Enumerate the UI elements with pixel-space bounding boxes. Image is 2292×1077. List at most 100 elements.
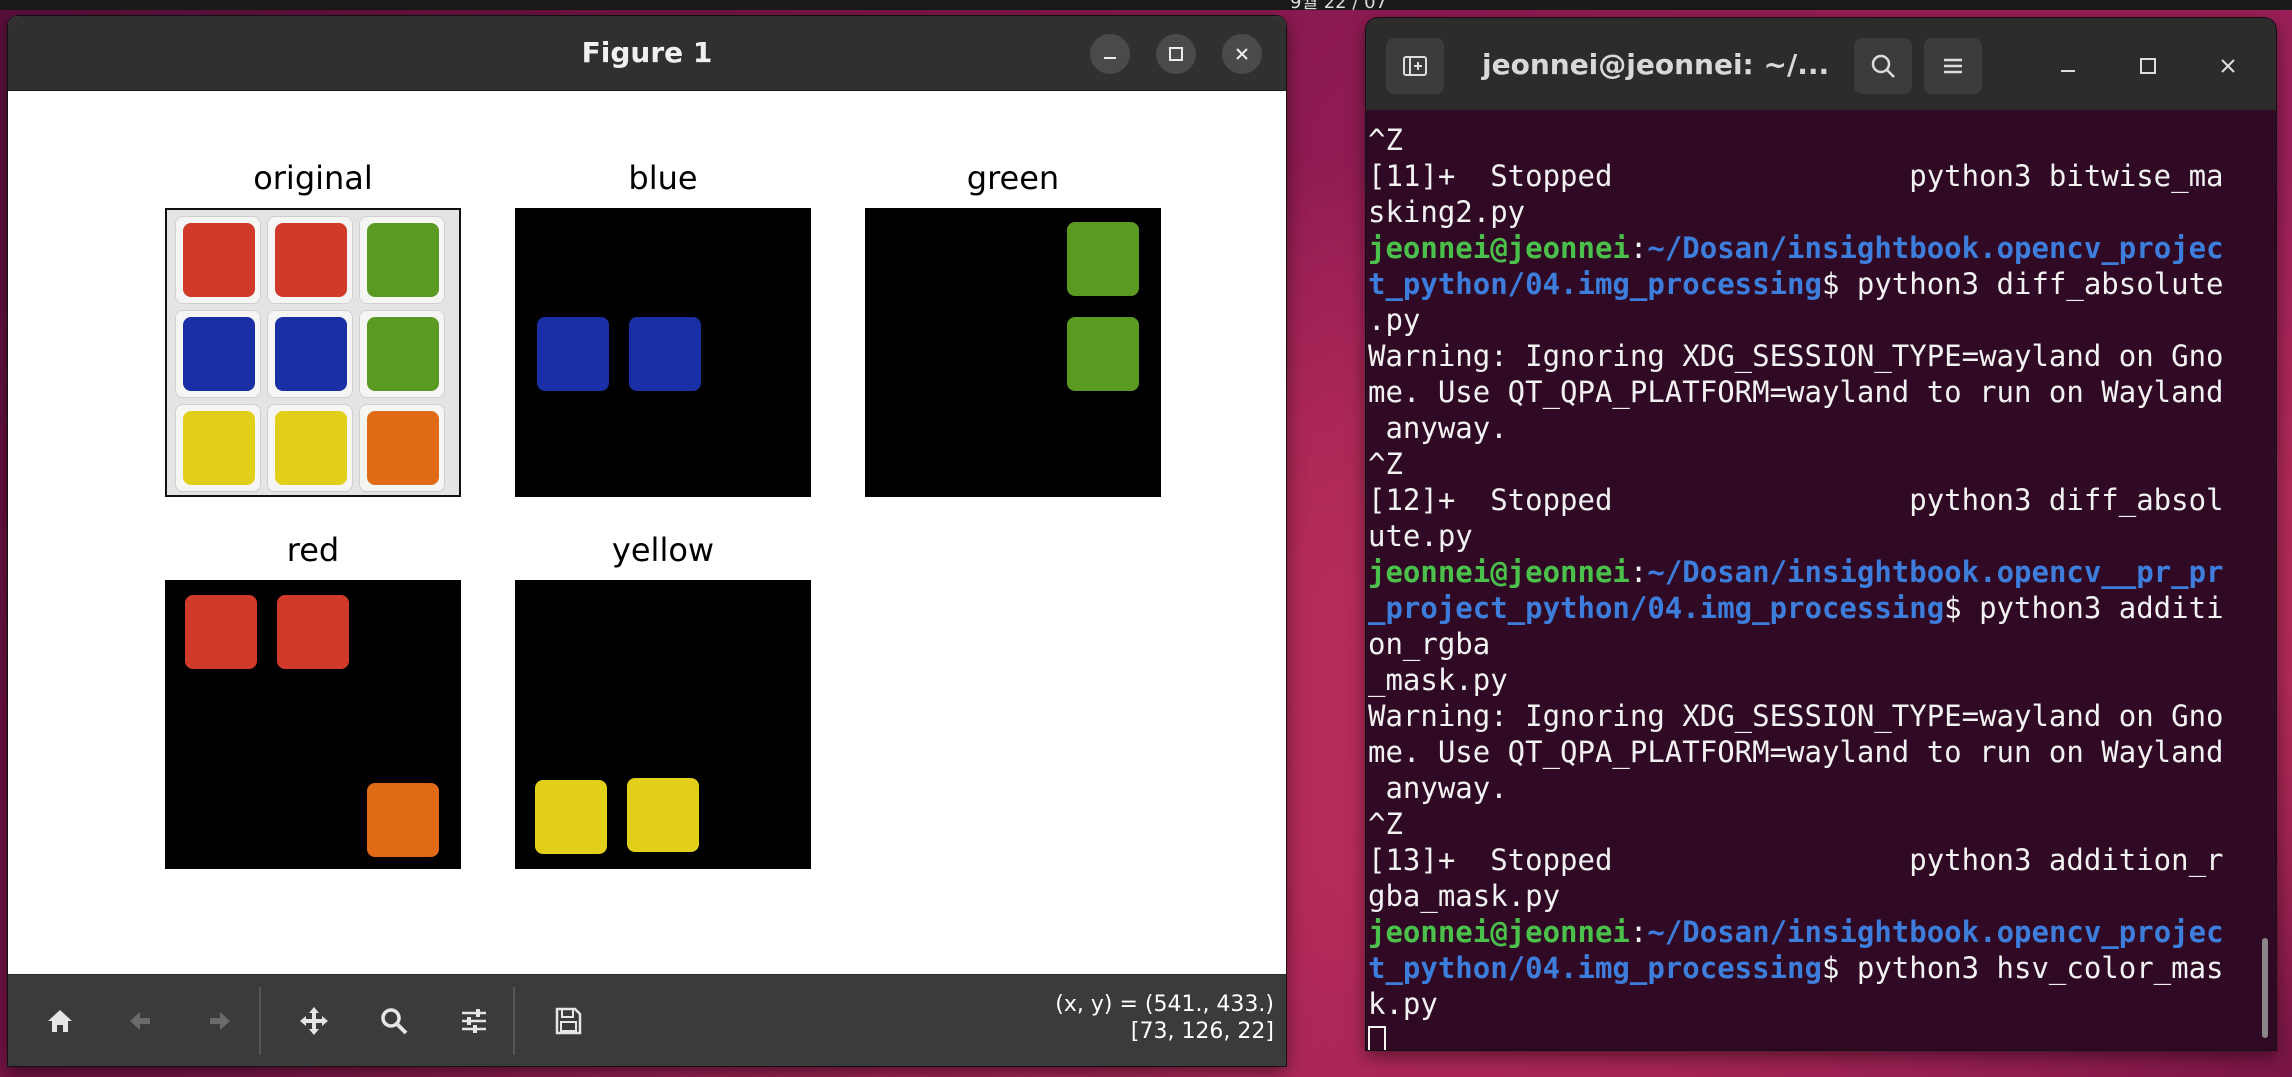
image-blue-mask: [515, 208, 811, 497]
terminal-scrollbar[interactable]: [2262, 938, 2268, 1038]
minimize-icon: [1104, 57, 1116, 59]
back-button[interactable]: [116, 997, 164, 1045]
prompt-separator: :: [1629, 555, 1648, 589]
terminal-line: me. Use QT_QPA_PLATFORM=wayland to run o…: [1368, 374, 2262, 410]
output-text: [13]+ Stopped python3 addition_r: [1368, 843, 2224, 877]
command-text: $ python3 additi: [1944, 591, 2224, 625]
terminal-line: jeonnei@jeonnei:~/Dosan/insightbook.open…: [1368, 914, 2262, 950]
terminal-line: jeonnei@jeonnei:~/Dosan/insightbook.open…: [1368, 554, 2262, 590]
output-text: .py: [1368, 303, 1421, 337]
toolbar-separator: [513, 987, 515, 1055]
prompt-user: jeonnei@jeonnei: [1368, 231, 1630, 265]
terminal-output[interactable]: ^Z [11]+ Stopped python3 bitwise_ma sking2…: [1368, 112, 2262, 1050]
new-tab-button[interactable]: [1386, 38, 1444, 94]
terminal-line: t_python/04.img_processing$ python3 diff…: [1368, 266, 2262, 302]
menu-button[interactable]: [1924, 38, 1982, 94]
terminal-close-button[interactable]: [2210, 48, 2246, 84]
terminal-titlebar[interactable]: jeonnei@jeonnei: ~/...: [1366, 18, 2276, 110]
forward-icon: [210, 1012, 230, 1030]
prompt-separator: :: [1629, 231, 1648, 265]
maximize-icon: [2140, 58, 2156, 74]
terminal-line: .py: [1368, 302, 2262, 338]
save-button[interactable]: [544, 997, 592, 1045]
minimize-icon: [2061, 70, 2075, 72]
terminal-line: jeonnei@jeonnei:~/Dosan/insightbook.open…: [1368, 230, 2262, 266]
maximize-icon: [1169, 47, 1183, 61]
prompt-user: jeonnei@jeonnei: [1368, 555, 1630, 589]
output-text: on_rgba: [1368, 627, 1491, 661]
output-text: [12]+ Stopped python3 diff_absol: [1368, 483, 2224, 517]
image-green-mask: [865, 208, 1161, 497]
terminal-line: Warning: Ignoring XDG_SESSION_TYPE=wayla…: [1368, 338, 2262, 374]
figure-titlebar[interactable]: Figure 1: [8, 16, 1286, 91]
terminal-minimize-button[interactable]: [2050, 48, 2086, 84]
prompt-path: t_python/04.img_processing: [1368, 951, 1822, 985]
output-text: anyway.: [1368, 411, 1508, 445]
subplot-title-red: red: [286, 531, 340, 569]
clock[interactable]: 9월 22 / 07: [1290, 0, 1387, 14]
configure-icon: [462, 1009, 486, 1033]
output-text: k.py: [1368, 987, 1438, 1021]
figure-window: Figure 1 original blue green red yellow …: [8, 16, 1286, 1066]
terminal-line: on_rgba: [1368, 626, 2262, 662]
navigation-toolbar: (x, y) = (541., 433.) [73, 126, 22]: [8, 974, 1286, 1066]
hamburger-menu-icon: [1944, 58, 1962, 74]
zoom-button[interactable]: [370, 997, 418, 1045]
new-tab-icon: [1403, 56, 1427, 76]
prompt-path: _project_python/04.img_processing: [1368, 591, 1945, 625]
minimize-button[interactable]: [1090, 34, 1130, 74]
top-panel: 9월 22 / 07: [0, 0, 2292, 13]
terminal-line: anyway.: [1368, 410, 2262, 446]
terminal-line: ute.py: [1368, 518, 2262, 554]
configure-subplots-button[interactable]: [450, 997, 498, 1045]
subplot-title-yellow: yellow: [611, 531, 715, 569]
terminal-line: sking2.py: [1368, 194, 2262, 230]
image-yellow-mask: [515, 580, 811, 869]
output-text: ^Z: [1368, 447, 1403, 481]
close-icon: [2221, 59, 2235, 73]
prompt-user: jeonnei@jeonnei: [1368, 915, 1630, 949]
output-text: _mask.py: [1368, 663, 1508, 697]
prompt-path: ~/Dosan/insightbook.opencv_projec: [1647, 231, 2224, 265]
search-icon: [1871, 54, 1895, 78]
output-text: Warning: Ignoring XDG_SESSION_TYPE=wayla…: [1368, 339, 2224, 373]
cursor-readout: (x, y) = (541., 433.) [73, 126, 22]: [1055, 991, 1274, 1045]
terminal-line: anyway.: [1368, 770, 2262, 806]
output-text: gba_mask.py: [1368, 879, 1561, 913]
subplot-title-green: green: [966, 159, 1060, 197]
cursor-coords: (x, y) = (541., 433.): [1055, 992, 1274, 1017]
prompt-path: ~/Dosan/insightbook.opencv__pr_pr: [1647, 555, 2224, 589]
terminal-line: [12]+ Stopped python3 diff_absol: [1368, 482, 2262, 518]
terminal-line: gba_mask.py: [1368, 878, 2262, 914]
terminal-line: Warning: Ignoring XDG_SESSION_TYPE=wayla…: [1368, 698, 2262, 734]
close-icon: [1236, 48, 1248, 60]
prompt-path: t_python/04.img_processing: [1368, 267, 1822, 301]
search-button[interactable]: [1854, 38, 1912, 94]
terminal-line: _mask.py: [1368, 662, 2262, 698]
output-text: ^Z: [1368, 123, 1403, 157]
text-cursor: [1368, 1026, 1386, 1050]
pan-button[interactable]: [290, 997, 338, 1045]
home-button[interactable]: [36, 997, 84, 1045]
close-button[interactable]: [1222, 34, 1262, 74]
terminal-maximize-button[interactable]: [2130, 48, 2166, 84]
forward-button[interactable]: [196, 997, 244, 1045]
subplot-title-original: original: [253, 159, 373, 197]
terminal-input-line[interactable]: [1368, 1022, 2262, 1050]
terminal-line: [11]+ Stopped python3 bitwise_ma: [1368, 158, 2262, 194]
terminal-line: ^Z: [1368, 446, 2262, 482]
figure-canvas[interactable]: original blue green red yellow: [8, 91, 1286, 974]
terminal-title: jeonnei@jeonnei: ~/...: [1482, 48, 1830, 81]
terminal-line: k.py: [1368, 986, 2262, 1022]
output-text: me. Use QT_QPA_PLATFORM=wayland to run o…: [1368, 375, 2224, 409]
prompt-path: ~/Dosan/insightbook.opencv_projec: [1647, 915, 2224, 949]
command-text: $ python3 hsv_color_mas: [1821, 951, 2224, 985]
output-text: [11]+ Stopped python3 bitwise_ma: [1368, 159, 2224, 193]
terminal-line: me. Use QT_QPA_PLATFORM=wayland to run o…: [1368, 734, 2262, 770]
output-text: ^Z: [1368, 807, 1403, 841]
maximize-button[interactable]: [1156, 34, 1196, 74]
command-text: $ python3 diff_absolute: [1821, 267, 2224, 301]
pan-icon: [300, 1007, 328, 1035]
image-red-mask: [165, 580, 461, 869]
output-text: sking2.py: [1368, 195, 1526, 229]
